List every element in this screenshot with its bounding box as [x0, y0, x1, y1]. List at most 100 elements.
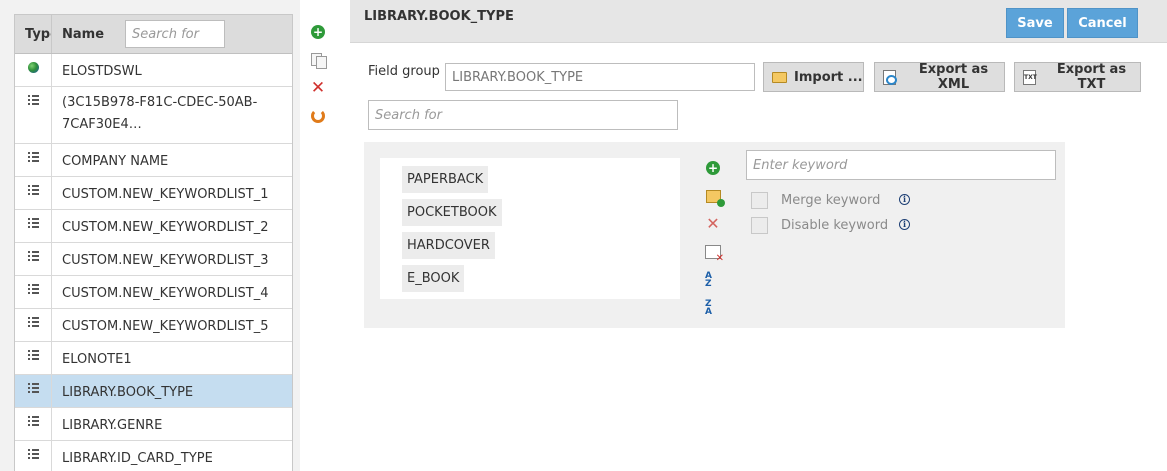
- merge-keyword-checkbox[interactable]: [751, 192, 768, 209]
- list-icon: [27, 383, 39, 393]
- list-icon: [27, 185, 39, 195]
- delete-x-icon: ✕: [310, 77, 326, 98]
- copy-icon: [310, 52, 327, 69]
- list-item-type: [15, 177, 52, 209]
- field-group-label: Field group: [368, 64, 440, 79]
- delete-all-keywords-button[interactable]: [700, 238, 726, 266]
- list-item-type: [15, 408, 52, 440]
- keyword-item[interactable]: E_BOOK: [402, 265, 465, 292]
- list-icon: [27, 218, 39, 228]
- delete-x-icon: ✕: [706, 214, 720, 233]
- keyword-search-input[interactable]: [368, 100, 678, 130]
- add-keyword-group-button[interactable]: [700, 182, 726, 210]
- export-txt-label: Export as TXT: [1056, 62, 1127, 92]
- list-item[interactable]: (3C15B978-F81C-CDEC-50AB-7CAF30E4…: [15, 87, 292, 144]
- refresh-list-button[interactable]: [305, 102, 331, 130]
- cancel-button[interactable]: Cancel: [1067, 8, 1138, 38]
- list-item[interactable]: CUSTOM.NEW_KEYWORDLIST_4: [15, 276, 292, 309]
- keyword-list-panel: Type Name ELOSTDSWL (3C15B978-F81C-CDEC-5…: [0, 0, 300, 471]
- keyword-list-table: Type Name ELOSTDSWL (3C15B978-F81C-CDEC-5…: [14, 14, 293, 471]
- merge-keyword-row: Merge keyword: [751, 192, 880, 209]
- list-item-name: COMPANY NAME: [62, 154, 169, 169]
- list-toolbar: + ✕: [305, 18, 331, 130]
- list-item-type: [15, 144, 52, 176]
- txt-file-icon: TXT: [1023, 69, 1037, 85]
- sort-ascending-button[interactable]: A Z: [700, 266, 726, 294]
- save-button[interactable]: Save: [1006, 8, 1064, 38]
- list-item[interactable]: COMPANY NAME: [15, 144, 292, 177]
- list-item[interactable]: LIBRARY.BOOK_TYPE: [15, 375, 292, 408]
- list-icon: [27, 317, 39, 327]
- list-item-name: LIBRARY.ID_CARD_TYPE: [62, 451, 213, 466]
- list-item[interactable]: ELOSTDSWL: [15, 54, 292, 87]
- list-item-name: LIBRARY.GENRE: [62, 418, 163, 433]
- keyword-item[interactable]: HARDCOVER: [402, 232, 495, 259]
- xml-file-icon: [883, 69, 897, 85]
- list-search-input[interactable]: [125, 20, 225, 48]
- delete-list-button[interactable]: ✕: [305, 74, 331, 102]
- add-folder-icon: [705, 189, 725, 207]
- list-item-type: [15, 441, 52, 471]
- delete-list-icon: [705, 245, 724, 264]
- plus-circle-icon: +: [706, 161, 720, 175]
- list-item-type: [15, 87, 52, 143]
- keyword-item[interactable]: PAPERBACK: [402, 166, 489, 193]
- list-item[interactable]: LIBRARY.GENRE: [15, 408, 292, 441]
- add-keyword-button[interactable]: +: [700, 154, 726, 182]
- list-item[interactable]: CUSTOM.NEW_KEYWORDLIST_5: [15, 309, 292, 342]
- list-item-type: [15, 276, 52, 308]
- list-item[interactable]: LIBRARY.ID_CARD_TYPE: [15, 441, 292, 471]
- list-item-name: LIBRARY.BOOK_TYPE: [62, 385, 194, 400]
- disable-info-icon[interactable]: i: [899, 219, 910, 230]
- list-item-name: CUSTOM.NEW_KEYWORDLIST_3: [62, 253, 269, 268]
- list-icon: [27, 152, 39, 162]
- export-xml-button[interactable]: Export as XML: [874, 62, 1005, 92]
- keyword-detail-area: LIBRARY.BOOK_TYPE Save Cancel Field grou…: [350, 0, 1167, 471]
- import-button-label: Import ...: [794, 69, 863, 85]
- list-icon: [27, 251, 39, 261]
- export-xml-label: Export as XML: [918, 62, 989, 92]
- delete-keyword-button[interactable]: ✕: [700, 210, 726, 238]
- list-item-name: (3C15B978-F81C-CDEC-50AB-7CAF30E4…: [62, 95, 258, 132]
- globe-icon: [27, 62, 39, 73]
- disable-keyword-label: Disable keyword: [781, 218, 889, 233]
- merge-info-icon[interactable]: i: [899, 194, 910, 205]
- list-icon: [27, 95, 39, 105]
- list-rows: ELOSTDSWL (3C15B978-F81C-CDEC-50AB-7CAF30…: [15, 54, 292, 471]
- sort-descending-icon: Z A: [705, 299, 712, 317]
- column-header-name[interactable]: Name: [62, 27, 125, 42]
- keyword-editor-panel: PAPERBACK POCKETBOOK HARDCOVER E_BOOK + ✕ A…: [364, 142, 1065, 328]
- keyword-items-list: PAPERBACK POCKETBOOK HARDCOVER E_BOOK: [380, 158, 680, 299]
- list-item-name: CUSTOM.NEW_KEYWORDLIST_4: [62, 286, 269, 301]
- list-item-type: [15, 243, 52, 275]
- list-icon: [27, 449, 39, 459]
- list-item-name: CUSTOM.NEW_KEYWORDLIST_2: [62, 220, 269, 235]
- list-item-type: [15, 210, 52, 242]
- list-item[interactable]: CUSTOM.NEW_KEYWORDLIST_3: [15, 243, 292, 276]
- copy-list-button[interactable]: [305, 46, 331, 74]
- detail-header-bar: LIBRARY.BOOK_TYPE Save Cancel: [350, 0, 1167, 43]
- list-item-name: ELONOTE1: [62, 352, 132, 367]
- list-item[interactable]: CUSTOM.NEW_KEYWORDLIST_2: [15, 210, 292, 243]
- list-icon: [27, 416, 39, 426]
- keyword-input[interactable]: [746, 150, 1056, 180]
- disable-keyword-checkbox[interactable]: [751, 217, 768, 234]
- folder-icon: [772, 71, 787, 83]
- keyword-toolbar: + ✕ A Z Z A: [700, 154, 726, 322]
- add-list-button[interactable]: +: [305, 18, 331, 46]
- column-header-type[interactable]: Type: [15, 15, 52, 53]
- sort-descending-button[interactable]: Z A: [700, 294, 726, 322]
- list-header: Type Name: [15, 15, 292, 54]
- export-txt-button[interactable]: TXT Export as TXT: [1014, 62, 1141, 92]
- list-item[interactable]: ELONOTE1: [15, 342, 292, 375]
- list-item-name: ELOSTDSWL: [62, 64, 142, 79]
- list-item-type: [15, 375, 52, 407]
- list-item-name: CUSTOM.NEW_KEYWORDLIST_5: [62, 319, 269, 334]
- disable-keyword-row: Disable keyword: [751, 217, 888, 234]
- keyword-item[interactable]: POCKETBOOK: [402, 199, 502, 226]
- import-button[interactable]: Import ...: [763, 62, 864, 92]
- page-title: LIBRARY.BOOK_TYPE: [364, 9, 514, 24]
- list-item-name: CUSTOM.NEW_KEYWORDLIST_1: [62, 187, 269, 202]
- field-group-input[interactable]: [445, 63, 755, 91]
- list-item[interactable]: CUSTOM.NEW_KEYWORDLIST_1: [15, 177, 292, 210]
